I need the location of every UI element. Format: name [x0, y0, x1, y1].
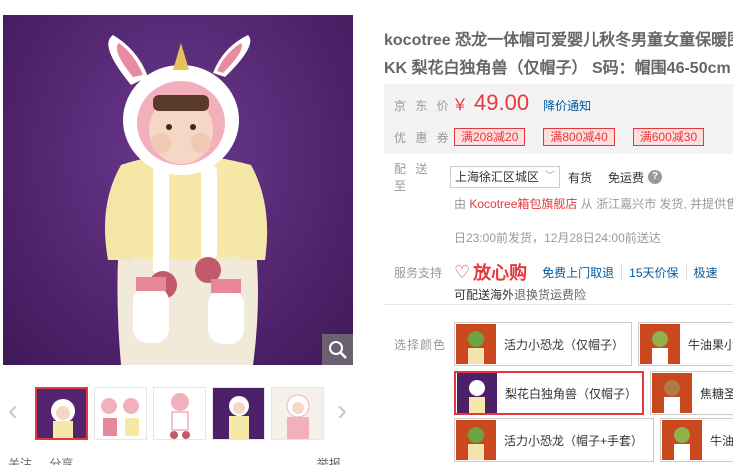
- color-option[interactable]: 活力小恐龙（仅帽子）: [454, 322, 632, 366]
- delivery-time: 日23:00前发货，12月28日24:00前送达: [454, 231, 661, 245]
- color-option[interactable]: 牛油: [660, 418, 733, 462]
- overseas-link[interactable]: 可配送海外: [454, 288, 514, 302]
- coupon-label: 优 惠 券: [394, 130, 452, 145]
- thumbnail-strip: ‹ ›: [0, 383, 360, 443]
- thumbnail-1[interactable]: [35, 387, 88, 440]
- seller-shop-link[interactable]: Kocotree箱包旗舰店: [469, 197, 577, 211]
- fangxingou-badge[interactable]: ♡ 放心购: [454, 259, 527, 285]
- seller-info: 由 Kocotree箱包旗舰店 从 浙江嘉兴市 发货, 并提供售: [454, 197, 733, 211]
- stock-status: 有货: [568, 170, 593, 185]
- color-option[interactable]: 牛油果小: [638, 322, 733, 366]
- coupon-tag[interactable]: 满800减40: [543, 128, 615, 146]
- overseas-info: 可配送海外退换货运费险: [454, 288, 587, 302]
- price-value: ￥ 49.00: [452, 90, 530, 115]
- product-photo: [104, 35, 268, 365]
- chevron-down-icon: ﹀: [545, 171, 556, 182]
- service-item[interactable]: 免费上门取退: [535, 264, 621, 281]
- shipping-label: 配 送 至: [394, 162, 431, 193]
- product-title-line-1: kocotree 恐龙一体帽可爱婴儿秋冬男童女童保暖围: [384, 32, 733, 49]
- color-option[interactable]: 焦糖圣: [650, 371, 733, 415]
- price-notify-link[interactable]: 降价通知: [543, 97, 591, 114]
- thumbnail-2[interactable]: [94, 387, 147, 440]
- price-label: 京 东 价: [394, 99, 452, 113]
- thumb-next-arrow-icon[interactable]: ›: [331, 395, 353, 427]
- price-box: 京 东 价 ￥ 49.00 降价通知 优 惠 券 满208减20 满800减40 …: [384, 84, 733, 154]
- service-row: 服务支持 ♡ 放心购 免费上门取退 15天价保 极速: [394, 259, 725, 285]
- freight-info: 免运费 ?: [608, 169, 663, 186]
- thumbnail-5[interactable]: [271, 387, 324, 440]
- thumb-prev-arrow-icon[interactable]: ‹: [2, 395, 24, 427]
- zoom-button[interactable]: [322, 334, 353, 365]
- divider: [384, 304, 733, 305]
- coupon-tag[interactable]: 满208减20: [454, 128, 526, 146]
- coupon-tag[interactable]: 满600减30: [632, 128, 705, 146]
- heart-check-icon: ♡: [454, 261, 471, 282]
- thumbnail-4[interactable]: [212, 387, 265, 440]
- report-link[interactable]: 举报: [317, 457, 341, 465]
- color-option[interactable]: 活力小恐龙（帽子+手套）: [454, 418, 654, 462]
- color-option-selected[interactable]: 梨花白独角兽（仅帽子）: [454, 371, 644, 415]
- shipping-row: 配 送 至 上海徐汇区城区 ﹀ 有货 免运费 ?: [394, 160, 663, 194]
- product-title-line-2: KK 梨花白独角兽（仅帽子） S码：帽围46-50cm: [384, 60, 731, 77]
- service-label: 服务支持: [394, 265, 443, 280]
- share-link[interactable]: 分享: [49, 457, 73, 465]
- region-selector[interactable]: 上海徐汇区城区 ﹀: [450, 166, 561, 188]
- magnifier-icon: [328, 340, 347, 359]
- share-row: 关注 分享 举报: [8, 455, 341, 465]
- main-product-image[interactable]: [3, 15, 353, 365]
- service-item[interactable]: 极速: [685, 263, 725, 281]
- thumbnail-3[interactable]: [153, 387, 206, 440]
- color-label: 选择颜色: [394, 338, 447, 352]
- service-item[interactable]: 15天价保: [621, 263, 685, 281]
- follow-link[interactable]: 关注: [8, 457, 32, 465]
- question-icon[interactable]: ?: [648, 170, 663, 184]
- product-title: kocotree 恐龙一体帽可爱婴儿秋冬男童女童保暖围 KK 梨花白独角兽（仅帽…: [384, 27, 733, 83]
